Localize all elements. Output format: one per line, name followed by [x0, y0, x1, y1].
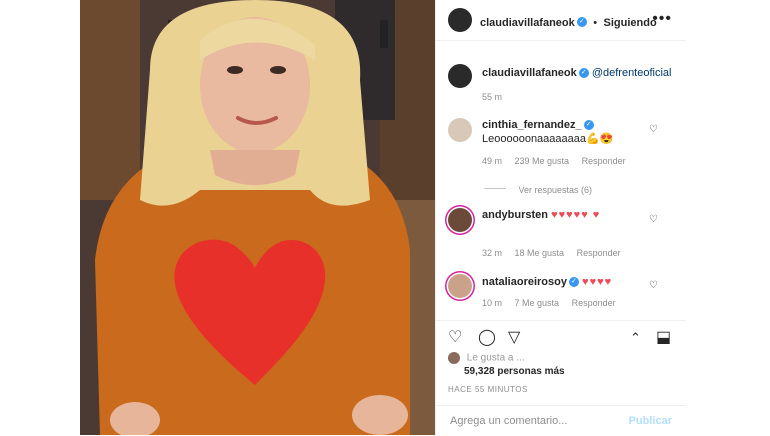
liked-by-text[interactable]: Le gusta a ... [467, 353, 525, 364]
separator-dot: • [593, 17, 598, 29]
caption: claudiavillafaneok ✓ @defrenteoficial 55 … [448, 62, 676, 112]
comment-input[interactable] [448, 414, 622, 428]
post-timestamp: HACE 55 MINUTOS [448, 385, 528, 394]
likes-summary: Le gusta a ... 59,328 personas más [448, 352, 565, 377]
comment-time: 49 m [482, 156, 503, 166]
header-info: claudiavillafaneok ✓ • Siguiendo [480, 13, 657, 31]
more-icon[interactable]: ••• [652, 10, 672, 28]
comment-item: nataliaoreirosoy ✓ ♥♥♥♥ ♡ 10 m 7 Me gusta… [448, 272, 676, 316]
likes-count[interactable]: 59,328 personas más [464, 366, 565, 377]
comment-body: andybursten ♥♥♥♥♥ ♥ [482, 208, 600, 223]
following-button[interactable]: Siguiendo [604, 17, 657, 29]
publish-button[interactable]: Publicar [629, 415, 672, 427]
comment-meta: 10 m 7 Me gusta Responder [482, 298, 626, 308]
view-replies[interactable]: Ver respuestas (6) [484, 180, 592, 198]
comment-meta: 49 m 239 Me gusta Responder [482, 156, 636, 166]
verified-icon: ✓ [583, 120, 594, 131]
comment-time: 32 m [482, 248, 503, 258]
photo-illustration [80, 0, 435, 435]
reply-button[interactable]: Responder [582, 156, 626, 166]
like-comment-icon[interactable]: ♡ [649, 214, 658, 225]
share-icon[interactable]: ▽ [508, 327, 520, 347]
verified-icon: ✓ [576, 16, 587, 27]
post-side-panel: claudiavillafaneok ✓ • Siguiendo ••• clau… [435, 0, 686, 435]
comment-likes[interactable]: 18 Me gusta [515, 248, 565, 258]
commenter-avatar[interactable] [448, 208, 472, 232]
liked-by-row: Le gusta a ... [448, 352, 565, 364]
reply-button[interactable]: Responder [572, 298, 616, 308]
view-replies-label[interactable]: Ver respuestas (6) [518, 185, 592, 195]
post-actions: ♡ ◯ ▽ ⌃ ⬓ [436, 320, 686, 351]
like-comment-icon[interactable]: ♡ [649, 124, 658, 135]
comment-body: nataliaoreirosoy ✓ ♥♥♥♥ [482, 275, 612, 290]
post-photo[interactable] [80, 0, 435, 435]
caption-username[interactable]: claudiavillafaneok [482, 67, 577, 79]
caption-avatar[interactable] [448, 64, 472, 88]
caption-mention[interactable]: @defrenteoficial [592, 67, 672, 79]
comment-icon[interactable]: ◯ [478, 327, 496, 347]
comment-text: ♥♥♥♥♥ ♥ [551, 209, 601, 221]
add-comment-bar: Publicar [436, 405, 686, 436]
verified-icon: ✓ [568, 277, 579, 288]
caption-text: claudiavillafaneok ✓ @defrenteoficial [482, 66, 671, 81]
commenter-avatar[interactable] [448, 274, 472, 298]
comment-likes[interactable]: 239 Me gusta [515, 156, 570, 166]
chevron-up-icon[interactable]: ⌃ [630, 330, 641, 346]
comment-text: ♥♥♥♥ [582, 276, 613, 288]
save-icon[interactable]: ⬓ [656, 327, 671, 347]
comment-username[interactable]: nataliaoreirosoy [482, 276, 567, 288]
comment-username-line: cinthia_fernandez_ ✓ [482, 118, 594, 133]
verified-icon: ✓ [578, 68, 589, 79]
caption-time: 55 m [482, 92, 503, 102]
comment-text: Leoooooonaaaaaaaa💪😍 [482, 133, 614, 145]
comment-item: cinthia_fernandez_ ✓ Leoooooonaaaaaaaa💪😍 … [448, 116, 676, 176]
comment-likes[interactable]: 7 Me gusta [515, 298, 560, 308]
comment-username[interactable]: cinthia_fernandez_ [482, 119, 582, 131]
comment-meta: 32 m 18 Me gusta Responder [482, 248, 631, 258]
replies-line [484, 188, 506, 190]
comment-time: 10 m [482, 298, 503, 308]
liker-avatar[interactable] [448, 352, 460, 364]
reply-button[interactable]: Responder [577, 248, 621, 258]
heart-icon[interactable]: ♡ [448, 327, 462, 347]
author-avatar[interactable] [448, 8, 472, 32]
author-username[interactable]: claudiavillafaneok [480, 17, 575, 29]
like-comment-icon[interactable]: ♡ [649, 280, 658, 291]
comment-username[interactable]: andybursten [482, 209, 548, 221]
caption-meta: 55 m [482, 92, 512, 102]
post-header: claudiavillafaneok ✓ • Siguiendo ••• [436, 0, 686, 41]
commenter-avatar[interactable] [448, 118, 472, 142]
comment-item: andybursten ♥♥♥♥♥ ♥ ♡ 32 m 18 Me gusta R… [448, 206, 676, 266]
